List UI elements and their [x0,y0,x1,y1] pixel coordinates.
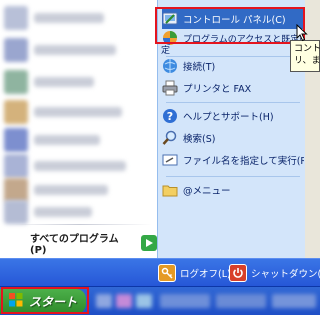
run-item[interactable]: ファイル名を指定して実行(R)... [162,150,304,170]
blurred-program-item[interactable] [4,100,154,124]
all-programs-label: すべてのプログラム(P) [30,234,119,256]
folder-icon [162,182,178,198]
connect-to-label: 接続(T) [183,62,216,73]
printers-fax-label: プリンタと FAX [183,84,252,95]
start-label: スタート [29,295,78,309]
menu-separator [166,102,300,103]
blurred-quicklaunch-icon[interactable] [96,294,112,308]
search-item[interactable]: 検索(S) [162,128,304,148]
blurred-program-item[interactable] [4,128,154,152]
blurred-program-icon [4,6,28,30]
logoff-button[interactable]: ログオフ(L) [158,263,231,283]
program-access-label: プログラムのアクセスと既定の設 [183,34,304,45]
blurred-taskbar-button[interactable] [216,294,266,308]
windows-logo-icon [8,292,24,311]
start-menu-footer: ログオフ(L) シャットダウン(U) [0,258,320,286]
all-programs-button[interactable]: すべてのプログラム(P) [30,234,157,256]
blurred-program-item[interactable] [4,154,154,178]
blurred-program-icon [4,70,28,94]
at-menu-item[interactable]: @メニュー [162,180,304,200]
blurred-program-item[interactable] [4,6,154,30]
shutdown-label: シャットダウン(U) [251,269,320,280]
connect-to-item[interactable]: 接続(T) [162,56,304,76]
globe-icon [162,58,178,74]
control-panel-label: コントロール パネル(C) [183,15,286,26]
printer-icon [162,80,178,96]
power-icon [229,264,247,282]
blurred-program-item[interactable] [4,38,154,62]
run-label: ファイル名を指定して実行(R)... [183,156,304,167]
menu-separator [166,176,300,177]
left-column-separator [6,224,152,225]
blurred-program-icon [4,38,28,62]
control-panel-icon [162,11,178,27]
blurred-program-item[interactable] [4,200,154,224]
shutdown-button[interactable]: シャットダウン(U) [229,263,320,283]
help-support-item[interactable]: ? ヘルプとサポート(H) [162,106,304,126]
search-label: 検索(S) [183,134,216,145]
blurred-program-icon [4,200,28,224]
svg-text:?: ? [167,110,173,123]
taskbar: スタート [0,286,320,315]
help-support-label: ヘルプとサポート(H) [183,112,274,123]
program-access-label-continuation: 定 [161,46,171,56]
key-icon [158,264,176,282]
program-access-defaults-item[interactable]: プログラムのアクセスと既定の設 [162,28,304,48]
mouse-cursor-icon [296,24,308,42]
search-icon [162,130,178,146]
printers-fax-item[interactable]: プリンタと FAX [162,78,304,98]
at-menu-label: @メニュー [183,186,231,197]
start-menu-left-column: すべてのプログラム(P) [0,0,157,258]
start-menu-right-column: コントロール パネル(C) プログラムのアクセスと既定の設 接続(T) プリンタ… [157,0,305,258]
blurred-program-item[interactable] [4,178,154,202]
run-icon [162,152,178,168]
blurred-quicklaunch-icon[interactable] [136,294,152,308]
blurred-program-item[interactable] [4,70,154,94]
blurred-program-icon [4,128,28,152]
tooltip: コント リ、ま [290,40,320,72]
logoff-label: ログオフ(L) [180,269,231,280]
tooltip-text: コント リ、ま [294,44,320,66]
blurred-quicklaunch-icon[interactable] [116,294,132,308]
blurred-taskbar-button[interactable] [160,294,210,308]
help-icon: ? [162,108,178,124]
blurred-taskbar-button[interactable] [272,294,316,308]
right-arrow-icon [141,235,157,251]
start-button[interactable]: スタート [0,289,86,314]
blurred-program-icon [4,154,28,178]
blurred-program-icon [4,100,28,124]
control-panel-item[interactable]: コントロール パネル(C) [162,9,304,29]
blurred-program-icon [4,178,28,202]
